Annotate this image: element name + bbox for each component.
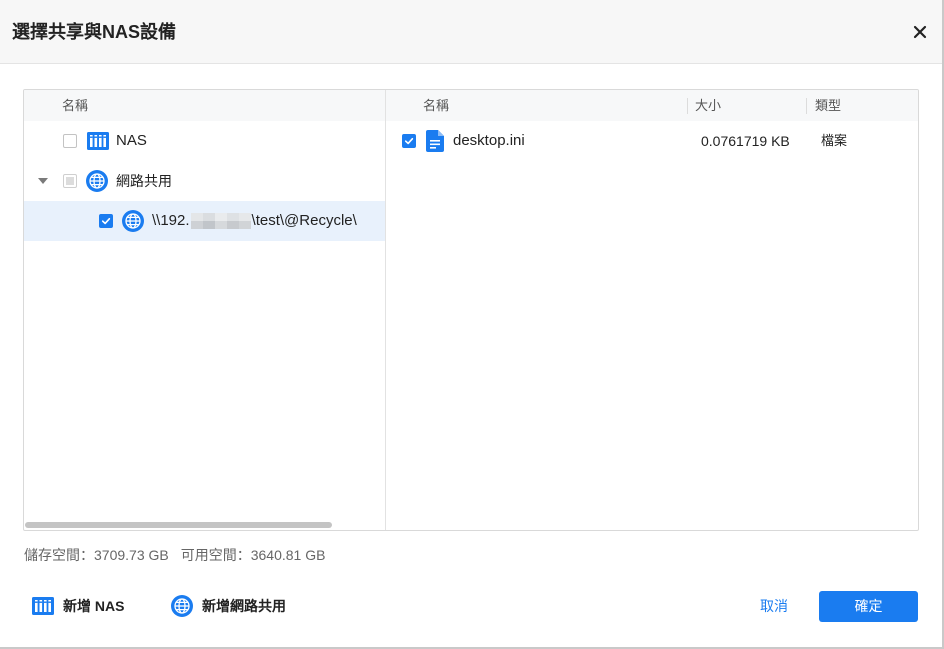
nas-icon	[87, 132, 109, 150]
globe-icon	[171, 595, 193, 617]
browser-panel: 名稱 NAS 網路共用 \\192. \test\@Recycle\ 名稱 大小…	[23, 89, 919, 531]
cancel-button[interactable]: 取消	[760, 596, 788, 616]
globe-icon	[122, 210, 144, 232]
add-network-share-label: 新增網路共用	[202, 598, 286, 614]
file-name: desktop.ini	[453, 132, 525, 149]
select-share-dialog: 選擇共享與NAS設備 名稱 NAS 網路共用 \\192. \test\@Rec…	[0, 0, 942, 647]
file-icon	[426, 130, 444, 152]
add-network-share-button[interactable]: 新增網路共用	[171, 594, 286, 618]
file-type: 檔案	[821, 133, 848, 148]
add-nas-label: 新增 NAS	[63, 598, 125, 614]
column-header-type[interactable]: 類型	[815, 90, 841, 121]
tree-item-label: NAS	[116, 132, 147, 149]
tree-header-name[interactable]: 名稱	[62, 90, 88, 121]
close-icon	[913, 25, 927, 39]
share-path: \\192. \test\@Recycle\	[152, 201, 357, 241]
add-nas-button[interactable]: 新增 NAS	[32, 594, 124, 618]
checkbox-nas[interactable]	[63, 134, 77, 148]
confirm-button[interactable]: 確定	[819, 591, 918, 622]
tree-item-network-share[interactable]: 網路共用	[24, 161, 385, 201]
tree-item-label: 網路共用	[116, 173, 172, 189]
checkbox-file[interactable]	[402, 134, 416, 148]
tree-item-nas[interactable]: NAS	[24, 121, 385, 161]
tree-header: 名稱	[24, 90, 385, 121]
share-path-prefix: \\192.	[152, 212, 190, 229]
indeterminate-mark	[66, 177, 74, 185]
dialog-titlebar: 選擇共享與NAS設備	[0, 0, 942, 64]
column-header-size[interactable]: 大小	[695, 90, 721, 121]
file-row[interactable]: desktop.ini 0.0761719 KB 檔案	[386, 121, 918, 161]
checkbox-share-path[interactable]	[99, 214, 113, 228]
column-resize-handle[interactable]	[806, 98, 807, 114]
tree-horizontal-scrollbar[interactable]	[25, 522, 332, 528]
redacted-blur	[190, 213, 251, 229]
share-path-suffix: \test\@Recycle\	[251, 212, 357, 229]
column-header-name[interactable]: 名稱	[423, 90, 449, 121]
close-button[interactable]	[911, 23, 929, 41]
file-size: 0.0761719 KB	[701, 133, 790, 149]
file-list: 名稱 大小 類型 desktop.ini 0.0761719 KB 檔案	[386, 90, 918, 530]
checkmark-icon	[101, 217, 111, 225]
storage-info: 儲存空間：3709.73 GB 可用空間：3640.81 GB	[24, 545, 325, 565]
chevron-down-icon[interactable]	[38, 178, 48, 184]
column-resize-handle[interactable]	[687, 98, 688, 114]
checkbox-network-share[interactable]	[63, 174, 77, 188]
file-list-header: 名稱 大小 類型	[386, 90, 918, 121]
dialog-title: 選擇共享與NAS設備	[12, 22, 177, 42]
share-path-label: \\192. \test\@Recycle\	[152, 201, 357, 241]
storage-available: 可用空間：3640.81 GB	[180, 547, 326, 563]
tree-item-share-path[interactable]: \\192. \test\@Recycle\	[24, 201, 385, 241]
nas-icon	[32, 597, 54, 615]
checkmark-icon	[404, 137, 414, 145]
device-tree: 名稱 NAS 網路共用 \\192. \test\@Recycle\	[24, 90, 386, 530]
storage-total: 儲存空間：3709.73 GB	[24, 547, 169, 563]
globe-icon	[86, 170, 108, 192]
